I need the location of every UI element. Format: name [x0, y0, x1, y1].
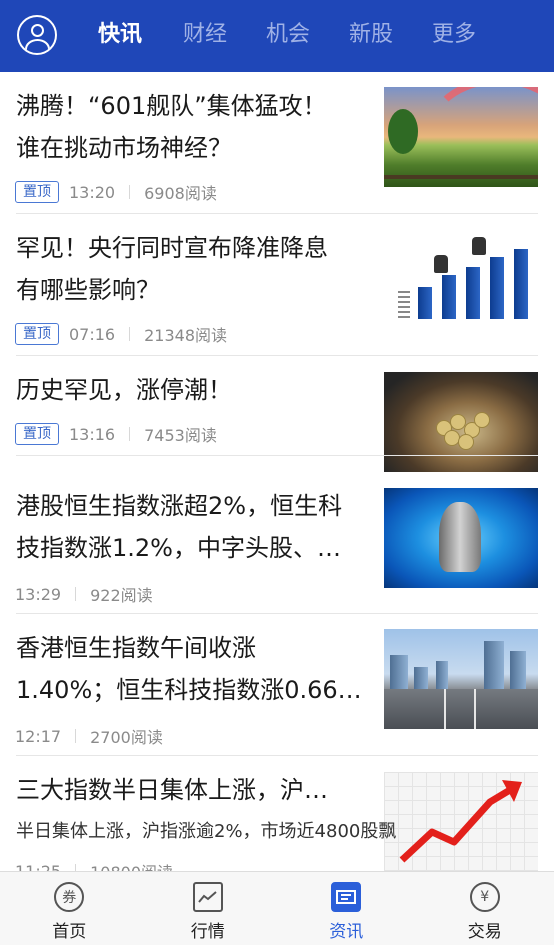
nav-label: 资讯 — [329, 922, 364, 942]
nav-label: 行情 — [190, 922, 225, 942]
nav-label: 首页 — [52, 922, 87, 942]
news-reads: 6908阅读 — [144, 184, 217, 203]
news-thumbnail — [384, 372, 538, 472]
news-title-line: 有哪些影响？ — [16, 276, 160, 304]
tab-kuaixun[interactable]: 快讯 — [98, 18, 142, 52]
nav-trade[interactable]: ¥ 交易 — [416, 872, 554, 945]
news-title-line: 谁在挑动市场神经？ — [16, 134, 232, 162]
news-time: 11:25 — [15, 861, 62, 872]
news-reads: 922阅读 — [90, 586, 153, 605]
meta-divider — [129, 185, 131, 199]
user-avatar-icon[interactable] — [17, 15, 57, 55]
news-icon — [331, 882, 362, 912]
news-reads: 10800阅读 — [90, 859, 173, 871]
news-title-line: 1.40%；恒生科技指数涨0.66… — [16, 676, 362, 704]
tab-xingu[interactable]: 新股 — [349, 18, 393, 52]
chart-icon — [192, 882, 223, 912]
news-item[interactable]: 香港恒生指数午间收涨 1.40%；恒生科技指数涨0.66… 12:17 2700… — [0, 614, 554, 756]
nav-news[interactable]: 资讯 — [277, 872, 416, 945]
news-time: 12:17 — [15, 726, 62, 746]
news-item[interactable]: 港股恒生指数涨超2%，恒生科 技指数涨1.2%，中字头股、… 13:29 922… — [0, 472, 554, 614]
news-thumbnail — [384, 229, 538, 329]
news-reads: 7453阅读 — [144, 426, 217, 445]
news-title-line: 罕见！央行同时宣布降准降息 — [16, 234, 328, 262]
top-header: 快讯 财经 机会 新股 更多 — [0, 0, 554, 72]
tab-caijing[interactable]: 财经 — [183, 18, 227, 52]
news-title-line: 三大指数半日集体上涨，沪… — [16, 776, 328, 804]
news-title-line: 香港恒生指数午间收涨 — [16, 634, 256, 662]
tab-jihui[interactable]: 机会 — [266, 18, 310, 52]
news-item[interactable]: 历史罕见，涨停潮！ 置顶 13:16 7453阅读 — [0, 356, 554, 472]
news-item[interactable]: 罕见！央行同时宣布降准降息 有哪些影响？ 置顶 07:16 21348阅读 — [0, 214, 554, 356]
news-item[interactable]: 三大指数半日集体上涨，沪… 11:25 10800阅读 — [0, 756, 554, 871]
meta-divider — [129, 427, 131, 441]
pinned-badge: 置顶 — [15, 181, 59, 203]
tab-more[interactable]: 更多 — [432, 18, 476, 52]
meta-divider — [75, 587, 77, 601]
nav-market[interactable]: 行情 — [139, 872, 278, 945]
scrolling-ticker: 半日集体上涨，沪指涨逾2%，市场近4800股飘 — [16, 821, 397, 842]
news-thumbnail — [384, 629, 538, 729]
pinned-badge: 置顶 — [15, 423, 59, 445]
news-title-line: 技指数涨1.2%，中字头股、… — [16, 534, 341, 562]
news-time: 13:29 — [15, 584, 62, 604]
news-title-line: 历史罕见，涨停潮！ — [16, 376, 232, 404]
news-reads: 2700阅读 — [90, 728, 163, 747]
nav-home[interactable]: 券 首页 — [0, 872, 139, 945]
divider — [16, 455, 538, 456]
yen-icon: ¥ — [469, 882, 500, 912]
pinned-badge: 置顶 — [15, 323, 59, 345]
meta-divider — [75, 729, 77, 743]
meta-divider — [129, 327, 131, 341]
coupon-icon: 券 — [54, 882, 85, 912]
news-time: 13:16 — [69, 424, 116, 444]
nav-label: 交易 — [467, 922, 502, 942]
news-reads: 21348阅读 — [144, 326, 228, 345]
news-time: 13:20 — [69, 182, 116, 202]
news-thumbnail — [384, 87, 538, 187]
news-title-line: 港股恒生指数涨超2%，恒生科 — [16, 492, 343, 520]
news-item[interactable]: 沸腾！“601舰队”集体猛攻！ 谁在挑动市场神经？ 置顶 13:20 6908阅… — [0, 72, 554, 214]
meta-divider — [75, 864, 77, 871]
news-thumbnail — [384, 488, 538, 588]
bottom-navigation: 券 首页 行情 资讯 ¥ 交易 — [0, 871, 554, 945]
news-title-line: 沸腾！“601舰队”集体猛攻！ — [16, 92, 327, 120]
news-time: 07:16 — [69, 324, 116, 344]
